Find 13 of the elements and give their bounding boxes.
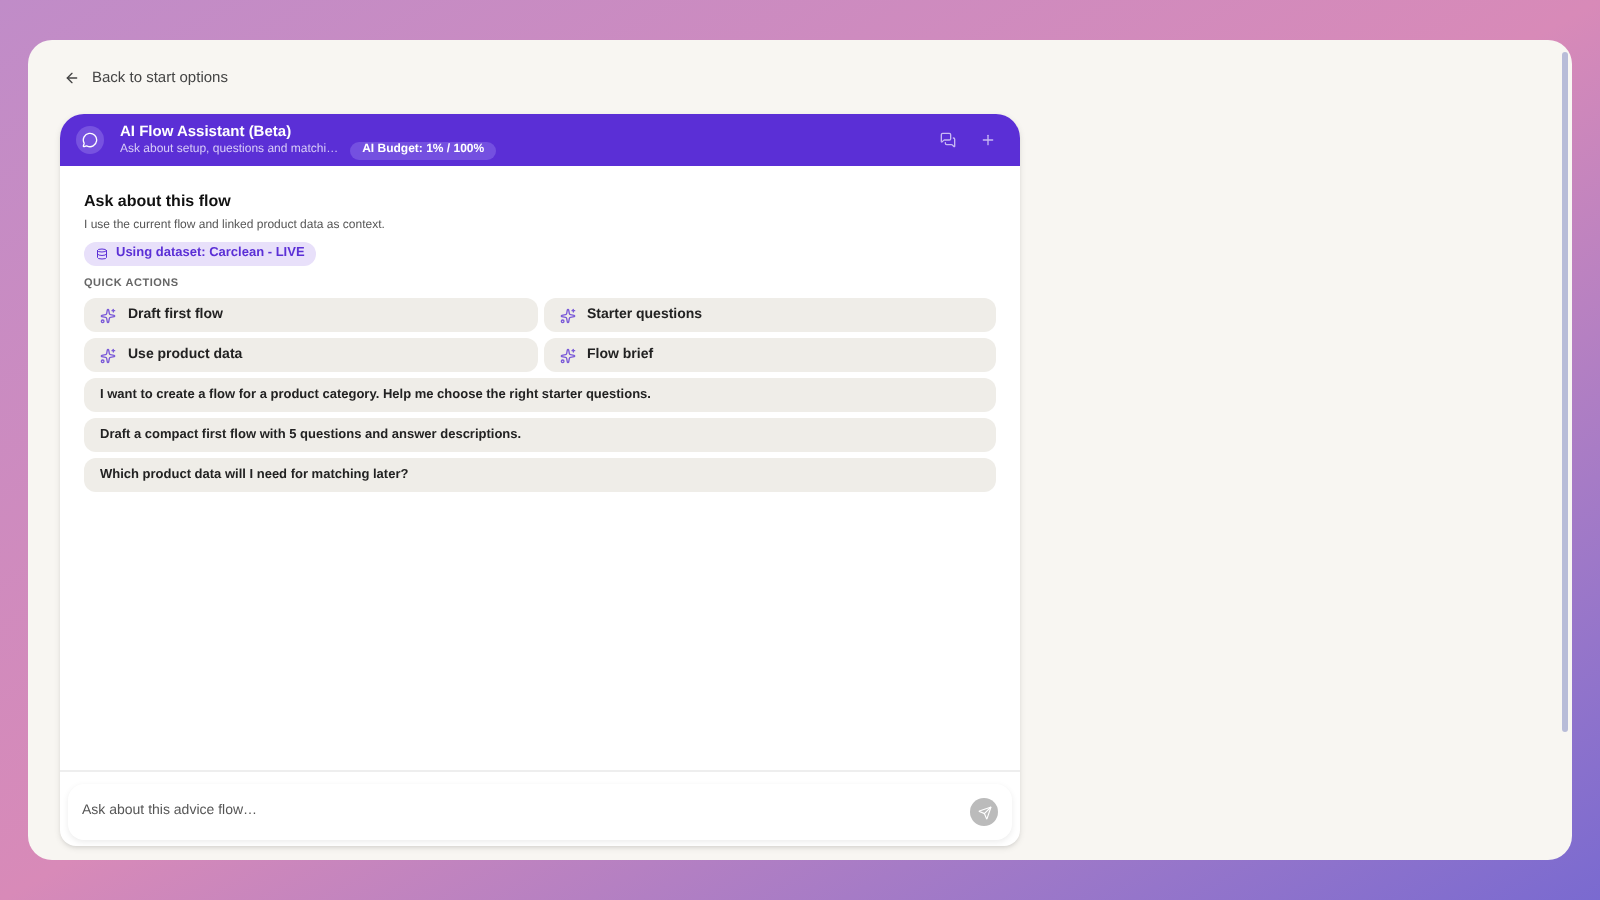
back-arrow-icon	[64, 70, 80, 86]
intro-heading: Ask about this flow	[84, 190, 233, 212]
sparkle-icon	[559, 307, 575, 324]
send-button[interactable]	[970, 798, 998, 826]
sparkle-icon	[559, 347, 575, 364]
sparkle-icon	[100, 307, 116, 324]
database-icon	[96, 248, 108, 260]
scrollbar[interactable]	[1562, 52, 1568, 732]
conversations-icon[interactable]	[940, 132, 956, 148]
sparkle-icon	[100, 347, 116, 364]
new-chat-icon[interactable]	[980, 132, 996, 148]
chat-icon	[76, 126, 104, 154]
send-icon	[977, 805, 991, 819]
